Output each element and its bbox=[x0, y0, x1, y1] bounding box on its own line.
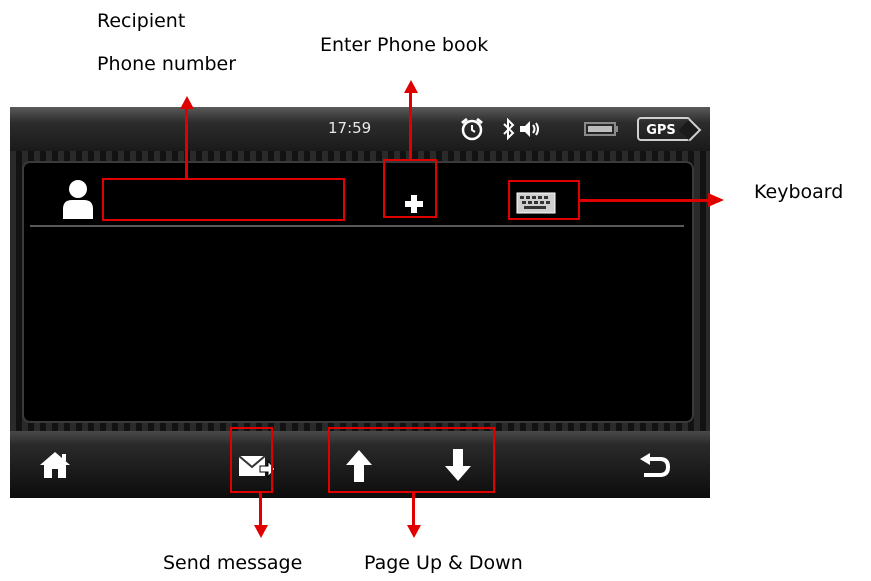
clock: 17:59 bbox=[328, 119, 372, 137]
send-arrow-line bbox=[259, 493, 262, 527]
back-button[interactable] bbox=[638, 453, 672, 485]
keyboard-highlight-box bbox=[508, 180, 580, 220]
recipient-highlight-box bbox=[102, 178, 345, 221]
page-arrowhead bbox=[407, 525, 421, 538]
keyboard-arrowhead bbox=[708, 193, 724, 207]
callout-page-label: Page Up & Down bbox=[364, 552, 523, 574]
page-highlight-box bbox=[328, 427, 495, 493]
home-button[interactable] bbox=[38, 450, 72, 484]
status-bar: 17:59 GPS bbox=[10, 107, 710, 151]
gps-badge: GPS bbox=[637, 117, 691, 141]
alarm-icon bbox=[459, 116, 485, 146]
phonebook-arrow-line bbox=[409, 92, 412, 160]
home-icon bbox=[40, 452, 70, 478]
send-highlight-box bbox=[230, 427, 273, 493]
recipient-arrow-line bbox=[185, 108, 188, 179]
back-icon bbox=[640, 453, 671, 477]
recipient-arrowhead bbox=[180, 96, 194, 109]
callout-phonebook-label: Enter Phone book bbox=[320, 34, 489, 56]
volume-icon bbox=[517, 116, 543, 146]
send-arrowhead bbox=[254, 525, 268, 538]
keyboard-arrow-line bbox=[580, 199, 710, 202]
callout-phone-number-label: Phone number bbox=[97, 53, 237, 75]
battery-icon bbox=[584, 120, 620, 142]
callout-keyboard-label: Keyboard bbox=[754, 181, 844, 203]
phonebook-highlight-box bbox=[383, 159, 437, 218]
phonebook-arrowhead bbox=[404, 80, 418, 93]
bluetooth-icon bbox=[502, 116, 516, 146]
callout-send-label: Send message bbox=[163, 552, 303, 574]
person-icon bbox=[60, 177, 96, 225]
callout-recipient-label: Recipient bbox=[97, 10, 186, 32]
page-arrow-line bbox=[412, 493, 415, 527]
divider bbox=[30, 225, 684, 227]
